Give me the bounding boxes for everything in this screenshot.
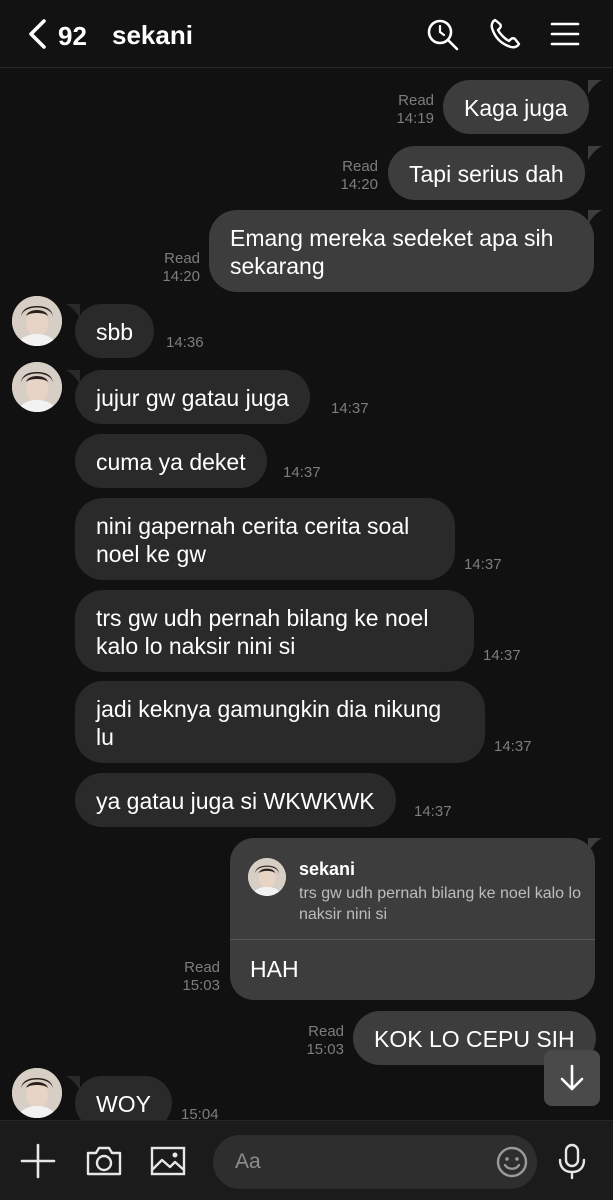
message-bubble: jujur gw gatau juga [75, 370, 311, 424]
phone-icon[interactable] [487, 16, 523, 52]
chat-title: sekani [112, 20, 193, 50]
message-input[interactable] [213, 1135, 537, 1189]
message-bubble: Emang mereka sedeket apa sih sekarang [209, 210, 594, 292]
read-status: Read [398, 92, 434, 109]
menu-icon[interactable] [547, 16, 583, 52]
back-button[interactable]: 92 [26, 16, 106, 56]
message-time: 14:37 [283, 464, 321, 481]
arrow-down-icon [560, 1064, 584, 1091]
avatar[interactable] [12, 296, 62, 346]
avatar[interactable] [12, 362, 62, 412]
message-meta: Read 14:19 [380, 92, 434, 128]
message-time: 15:03 [306, 1041, 344, 1058]
quoted-text: trs gw udh pernah bilang ke noel kalo lo… [299, 885, 581, 923]
message-bubble: sbb [75, 304, 155, 358]
chevron-left-icon [26, 18, 50, 55]
quoted-avatar [248, 858, 286, 896]
message-time: 14:37 [483, 647, 521, 664]
message-bubble: cuma ya deket [75, 434, 267, 488]
message-time: 15:03 [182, 977, 220, 994]
message-bubble: trs gw udh pernah bilang ke noel kalo lo… [75, 590, 474, 672]
quoted-message[interactable]: sekani trs gw udh pernah bilang ke noel … [230, 838, 595, 940]
bubble-tail [66, 1076, 80, 1090]
composer-bar [0, 1120, 613, 1200]
bubble-tail [588, 838, 602, 852]
reply-bubble: sekani trs gw udh pernah bilang ke noel … [230, 838, 595, 1000]
camera-icon[interactable] [84, 1141, 124, 1181]
microphone-icon[interactable] [552, 1141, 592, 1181]
unread-count: 92 [58, 20, 87, 51]
message-bubble: Kaga juga [443, 80, 589, 134]
scroll-to-bottom-button[interactable] [544, 1050, 600, 1106]
message-bubble: Tapi serius dah [388, 146, 585, 200]
bubble-tail [588, 80, 602, 94]
message-time: 14:20 [162, 268, 200, 285]
message-time: 14:37 [414, 803, 452, 820]
message-bubble: HAH [250, 956, 299, 982]
message-time: 14:20 [340, 176, 378, 193]
image-icon[interactable] [148, 1141, 188, 1181]
message-time: 14:19 [396, 110, 434, 127]
bubble-tail [588, 210, 602, 224]
read-status: Read [308, 1023, 344, 1040]
message-meta: Read 15:03 [166, 959, 220, 995]
message-bubble: jadi keknya gamungkin dia nikung lu [75, 681, 485, 763]
plus-icon[interactable] [18, 1141, 58, 1181]
message-meta: Read 15:03 [290, 1023, 344, 1059]
bubble-tail [588, 146, 602, 160]
message-meta: Read 14:20 [146, 250, 200, 286]
read-status: Read [184, 959, 220, 976]
avatar[interactable] [12, 1068, 62, 1118]
quoted-sender: sekani [299, 859, 356, 879]
read-status: Read [164, 250, 200, 267]
message-bubble: ya gatau juga si WKWKWK [75, 773, 396, 827]
message-time: 14:37 [494, 738, 532, 755]
chat-screen: 92 sekani Read 14:19 Kaga juga Read 14:2… [0, 0, 613, 1200]
bubble-tail [66, 304, 80, 318]
chat-header: 92 sekani [0, 0, 613, 68]
message-bubble: nini gapernah cerita cerita soal noel ke… [75, 498, 455, 580]
bubble-tail [66, 370, 80, 384]
emoji-icon[interactable] [492, 1142, 532, 1182]
message-meta: Read 14:20 [324, 158, 378, 194]
message-time: 14:37 [464, 556, 502, 573]
message-time: 14:36 [166, 334, 204, 351]
search-icon[interactable] [424, 16, 460, 52]
message-time: 14:37 [331, 400, 369, 417]
read-status: Read [342, 158, 378, 175]
